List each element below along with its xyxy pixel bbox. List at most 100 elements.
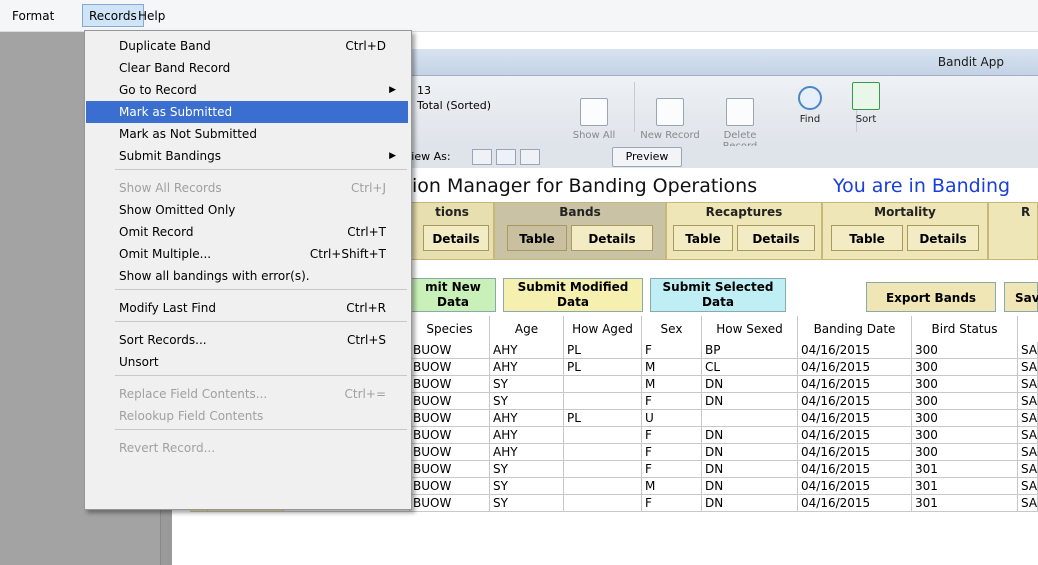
column-header[interactable]: Sex — [642, 316, 702, 342]
table-cell-age[interactable]: SY — [490, 495, 564, 512]
table-cell-date[interactable]: 04/16/2015 — [798, 393, 912, 410]
export-bands-button[interactable]: Export Bands — [866, 282, 996, 312]
column-header[interactable]: Banding Date — [798, 316, 912, 342]
list-view-button[interactable] — [496, 149, 516, 165]
table-cell-extra[interactable]: SA — [1018, 342, 1038, 359]
table-cell-sex[interactable]: M — [642, 359, 702, 376]
table-cell-age[interactable]: SY — [490, 478, 564, 495]
submit-modified-data-button[interactable]: Submit Modified Data — [503, 278, 643, 312]
table-cell-date[interactable]: 04/16/2015 — [798, 495, 912, 512]
table-cell-sex[interactable]: M — [642, 478, 702, 495]
sort-button[interactable]: Sort — [834, 82, 898, 125]
table-cell-how-aged[interactable] — [564, 393, 642, 410]
table-cell-date[interactable]: 04/16/2015 — [798, 461, 912, 478]
table-cell-age[interactable]: AHY — [490, 427, 564, 444]
menu-item-show-omitted-only[interactable]: Show Omitted Only — [86, 199, 408, 221]
table-cell-date[interactable]: 04/16/2015 — [798, 410, 912, 427]
table-cell-status[interactable]: 300 — [912, 376, 1018, 393]
table-cell-extra[interactable]: SA — [1018, 393, 1038, 410]
table-cell-date[interactable]: 04/16/2015 — [798, 376, 912, 393]
menu-item-omit-record[interactable]: Omit Record Ctrl+T — [86, 221, 408, 243]
table-cell-species[interactable]: BUOW — [410, 376, 490, 393]
table-cell-date[interactable]: 04/16/2015 — [798, 342, 912, 359]
table-cell-how-sexed[interactable]: CL — [702, 359, 798, 376]
table-cell-how-aged[interactable]: PL — [564, 359, 642, 376]
table-cell-how-sexed[interactable]: DN — [702, 478, 798, 495]
column-header[interactable]: Age — [490, 316, 564, 342]
save-button[interactable]: Sav — [1004, 282, 1038, 312]
table-cell-species[interactable]: BUOW — [410, 410, 490, 427]
recaptures-details-button[interactable]: Details — [737, 225, 815, 251]
table-cell-how-sexed[interactable]: DN — [702, 427, 798, 444]
table-cell-age[interactable]: SY — [490, 461, 564, 478]
table-cell-status[interactable]: 300 — [912, 342, 1018, 359]
table-cell-age[interactable]: AHY — [490, 342, 564, 359]
table-cell-how-aged[interactable] — [564, 444, 642, 461]
table-cell-age[interactable]: SY — [490, 393, 564, 410]
table-cell-status[interactable]: 300 — [912, 393, 1018, 410]
table-cell-sex[interactable]: M — [642, 376, 702, 393]
menu-item-mark-as-submitted[interactable]: Mark as Submitted — [86, 101, 408, 123]
show-all-button[interactable]: Show All — [562, 98, 626, 141]
table-cell-how-sexed[interactable]: BP — [702, 342, 798, 359]
table-cell-how-aged[interactable] — [564, 376, 642, 393]
table-cell-date[interactable]: 04/16/2015 — [798, 444, 912, 461]
table-cell-species[interactable]: BUOW — [410, 359, 490, 376]
column-header[interactable]: How Sexed — [702, 316, 798, 342]
mortality-table-button[interactable]: Table — [831, 225, 903, 251]
column-header[interactable]: Species — [410, 316, 490, 342]
table-cell-age[interactable]: AHY — [490, 444, 564, 461]
table-cell-sex[interactable]: F — [642, 444, 702, 461]
table-cell-how-sexed[interactable]: DN — [702, 461, 798, 478]
submit-selected-data-button[interactable]: Submit Selected Data — [650, 278, 786, 312]
table-cell-extra[interactable]: SA — [1018, 376, 1038, 393]
table-cell-date[interactable]: 04/16/2015 — [798, 478, 912, 495]
menu-item-show-all-records[interactable]: Show All Records Ctrl+J — [86, 177, 408, 199]
bands-table-button[interactable]: Table — [507, 225, 567, 251]
submit-new-data-button[interactable]: mit New Data — [410, 278, 496, 312]
table-cell-how-sexed[interactable]: DN — [702, 376, 798, 393]
table-cell-extra[interactable]: SA — [1018, 444, 1038, 461]
table-cell-how-aged[interactable] — [564, 478, 642, 495]
table-cell-species[interactable]: BUOW — [410, 427, 490, 444]
table-cell-status[interactable]: 301 — [912, 478, 1018, 495]
table-cell-species[interactable]: BUOW — [410, 495, 490, 512]
table-cell-how-aged[interactable]: PL — [564, 410, 642, 427]
menu-item-omit-multiple[interactable]: Omit Multiple... Ctrl+Shift+T — [86, 243, 408, 265]
table-cell-how-sexed[interactable]: DN — [702, 393, 798, 410]
table-cell-extra[interactable]: SA — [1018, 359, 1038, 376]
column-header[interactable]: How Aged — [564, 316, 642, 342]
table-cell-species[interactable]: BUOW — [410, 342, 490, 359]
table-cell-age[interactable]: AHY — [490, 359, 564, 376]
menu-item-duplicate-band[interactable]: Duplicate Band Ctrl+D — [86, 35, 408, 57]
table-cell-how-aged[interactable] — [564, 427, 642, 444]
table-cell-sex[interactable]: F — [642, 427, 702, 444]
table-cell-sex[interactable]: F — [642, 342, 702, 359]
table-cell-extra[interactable]: SA — [1018, 478, 1038, 495]
table-cell-age[interactable]: SY — [490, 376, 564, 393]
locations-details-button[interactable]: Details — [423, 225, 489, 251]
menu-item-submit-bandings[interactable]: Submit Bandings ▶ — [86, 145, 408, 167]
menu-format[interactable]: Format — [6, 6, 60, 26]
table-cell-how-sexed[interactable]: DN — [702, 444, 798, 461]
table-cell-extra[interactable]: SA — [1018, 461, 1038, 478]
table-cell-sex[interactable]: U — [642, 410, 702, 427]
table-cell-sex[interactable]: F — [642, 461, 702, 478]
table-cell-species[interactable]: BUOW — [410, 444, 490, 461]
table-cell-how-sexed[interactable]: DN — [702, 495, 798, 512]
mortality-details-button[interactable]: Details — [907, 225, 979, 251]
table-cell-age[interactable]: AHY — [490, 410, 564, 427]
table-cell-status[interactable]: 300 — [912, 444, 1018, 461]
table-cell-how-aged[interactable] — [564, 495, 642, 512]
bands-details-button[interactable]: Details — [571, 225, 653, 251]
menu-item-go-to-record[interactable]: Go to Record ▶ — [86, 79, 408, 101]
menu-item-mark-as-not-submitted[interactable]: Mark as Not Submitted — [86, 123, 408, 145]
table-cell-how-aged[interactable] — [564, 461, 642, 478]
table-cell-status[interactable]: 300 — [912, 410, 1018, 427]
menu-item-relookup-field-contents[interactable]: Relookup Field Contents — [86, 405, 408, 427]
table-cell-status[interactable]: 301 — [912, 461, 1018, 478]
table-cell-how-sexed[interactable] — [702, 410, 798, 427]
table-cell-status[interactable]: 300 — [912, 359, 1018, 376]
table-cell-species[interactable]: BUOW — [410, 478, 490, 495]
table-cell-status[interactable]: 300 — [912, 427, 1018, 444]
